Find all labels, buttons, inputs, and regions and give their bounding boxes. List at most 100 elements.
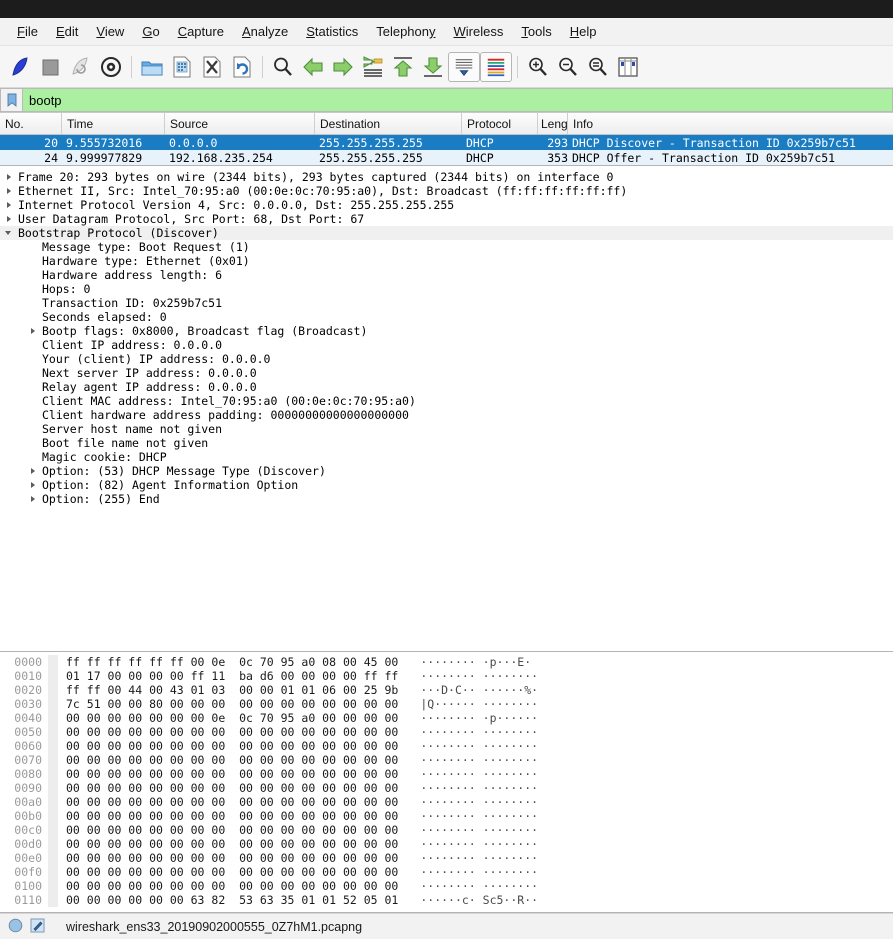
chevron-down-icon[interactable]	[4, 226, 14, 240]
display-filter-input[interactable]: bootp	[22, 88, 893, 112]
menu-item-view[interactable]: View	[87, 21, 133, 42]
expert-info-circle-icon[interactable]	[8, 918, 23, 936]
packet-detail-line[interactable]: Bootstrap Protocol (Discover)	[0, 226, 893, 240]
hex-dump-row[interactable]: 0050 00 00 00 00 00 00 00 00 00 00 00 00 …	[0, 725, 893, 739]
column-header-protocol[interactable]: Protocol	[462, 113, 538, 134]
menu-item-tools[interactable]: Tools	[512, 21, 560, 42]
hex-dump-row[interactable]: 0060 00 00 00 00 00 00 00 00 00 00 00 00 …	[0, 739, 893, 753]
bookmark-icon[interactable]	[0, 88, 22, 112]
packet-detail-line[interactable]: Internet Protocol Version 4, Src: 0.0.0.…	[0, 198, 893, 212]
packet-detail-line[interactable]: User Datagram Protocol, Src Port: 68, Ds…	[0, 212, 893, 226]
menu-item-statistics[interactable]: Statistics	[297, 21, 367, 42]
chevron-right-icon[interactable]	[4, 184, 14, 198]
column-header-destination[interactable]: Destination	[315, 113, 462, 134]
chevron-right-icon[interactable]	[28, 464, 38, 478]
packet-detail-line[interactable]: Client IP address: 0.0.0.0	[0, 338, 893, 352]
column-header-length[interactable]: Length	[538, 113, 568, 134]
hex-dump-row[interactable]: 00e0 00 00 00 00 00 00 00 00 00 00 00 00 …	[0, 851, 893, 865]
packet-detail-line[interactable]: Option: (53) DHCP Message Type (Discover…	[0, 464, 893, 478]
menu-item-edit[interactable]: Edit	[47, 21, 87, 42]
hex-dump-row[interactable]: 0010 01 17 00 00 00 00 ff 11 ba d6 00 00 …	[0, 669, 893, 683]
start-capture-icon[interactable]	[6, 51, 36, 83]
packet-detail-line[interactable]: Relay agent IP address: 0.0.0.0	[0, 380, 893, 394]
menu-item-wireless[interactable]: Wireless	[445, 21, 513, 42]
chevron-right-icon[interactable]	[28, 492, 38, 506]
packet-detail-line[interactable]: Hops: 0	[0, 282, 893, 296]
column-header-time[interactable]: Time	[62, 113, 165, 134]
hex-dump-row[interactable]: 0020 ff ff 00 44 00 43 01 03 00 00 01 01 …	[0, 683, 893, 697]
hex-dump-row[interactable]: 0070 00 00 00 00 00 00 00 00 00 00 00 00 …	[0, 753, 893, 767]
capture-comment-icon[interactable]	[30, 918, 45, 936]
packet-detail-line[interactable]: Magic cookie: DHCP	[0, 450, 893, 464]
packet-detail-line[interactable]: Ethernet II, Src: Intel_70:95:a0 (00:0e:…	[0, 184, 893, 198]
zoom-in-icon[interactable]	[523, 51, 553, 83]
no-expander	[28, 254, 38, 268]
packet-detail-line[interactable]: Message type: Boot Request (1)	[0, 240, 893, 254]
capture-options-icon[interactable]	[96, 51, 126, 83]
auto-scroll-icon[interactable]	[448, 51, 480, 82]
packet-detail-line[interactable]: Bootp flags: 0x8000, Broadcast flag (Bro…	[0, 324, 893, 338]
go-first-packet-icon[interactable]	[388, 51, 418, 83]
hex-dump-row[interactable]: 00a0 00 00 00 00 00 00 00 00 00 00 00 00 …	[0, 795, 893, 809]
resize-columns-icon[interactable]	[613, 51, 643, 83]
hex-dump-row[interactable]: 0110 00 00 00 00 00 00 63 82 53 63 35 01 …	[0, 893, 893, 907]
zoom-out-icon[interactable]	[553, 51, 583, 83]
hex-dump-row[interactable]: 0030 7c 51 00 00 80 00 00 00 00 00 00 00 …	[0, 697, 893, 711]
go-last-packet-icon[interactable]	[418, 51, 448, 83]
packet-detail-line[interactable]: Option: (255) End	[0, 492, 893, 506]
chevron-right-icon[interactable]	[28, 478, 38, 492]
column-header-info[interactable]: Info	[568, 113, 893, 134]
packet-detail-line[interactable]: Boot file name not given	[0, 436, 893, 450]
close-file-icon[interactable]	[197, 51, 227, 83]
menu-item-file[interactable]: File	[8, 21, 47, 42]
detail-line-text: Seconds elapsed: 0	[42, 310, 167, 324]
column-header-no[interactable]: No.	[0, 113, 62, 134]
packet-details-pane[interactable]: Frame 20: 293 bytes on wire (2344 bits),…	[0, 166, 893, 652]
hex-dump-row[interactable]: 0100 00 00 00 00 00 00 00 00 00 00 00 00 …	[0, 879, 893, 893]
colorize-icon[interactable]	[480, 51, 512, 82]
packet-detail-line[interactable]: Your (client) IP address: 0.0.0.0	[0, 352, 893, 366]
no-expander	[28, 240, 38, 254]
packet-detail-line[interactable]: Next server IP address: 0.0.0.0	[0, 366, 893, 380]
packet-detail-line[interactable]: Frame 20: 293 bytes on wire (2344 bits),…	[0, 170, 893, 184]
stop-capture-icon[interactable]	[36, 51, 66, 83]
chevron-right-icon[interactable]	[4, 170, 14, 184]
packet-list-row[interactable]: 24 9.999977829 192.168.235.254 255.255.255.…	[0, 150, 893, 165]
menu-item-help[interactable]: Help	[561, 21, 606, 42]
chevron-right-icon[interactable]	[4, 198, 14, 212]
packet-detail-line[interactable]: Hardware address length: 6	[0, 268, 893, 282]
packet-detail-line[interactable]: Option: (82) Agent Information Option	[0, 478, 893, 492]
column-header-source[interactable]: Source	[165, 113, 315, 134]
packet-list-row[interactable]: 20 9.555732016 0.0.0.0 255.255.255.255 DHCP 2…	[0, 135, 893, 150]
go-back-icon[interactable]	[298, 51, 328, 83]
save-file-icon[interactable]	[167, 51, 197, 83]
hex-dump-row[interactable]: 0040 00 00 00 00 00 00 00 0e 0c 70 95 a0 …	[0, 711, 893, 725]
reload-file-icon[interactable]	[227, 51, 257, 83]
menu-item-telephony[interactable]: Telephony	[367, 21, 444, 42]
hex-dump-row[interactable]: 00c0 00 00 00 00 00 00 00 00 00 00 00 00 …	[0, 823, 893, 837]
hex-dump-row[interactable]: 0080 00 00 00 00 00 00 00 00 00 00 00 00 …	[0, 767, 893, 781]
open-file-icon[interactable]	[137, 51, 167, 83]
find-packet-icon[interactable]	[268, 51, 298, 83]
go-to-packet-icon[interactable]	[358, 51, 388, 83]
zoom-reset-icon[interactable]	[583, 51, 613, 83]
packet-detail-line[interactable]: Client MAC address: Intel_70:95:a0 (00:0…	[0, 394, 893, 408]
packet-detail-line[interactable]: Transaction ID: 0x259b7c51	[0, 296, 893, 310]
restart-capture-icon[interactable]	[66, 51, 96, 83]
packet-detail-line[interactable]: Client hardware address padding: 0000000…	[0, 408, 893, 422]
menu-item-analyze[interactable]: Analyze	[233, 21, 297, 42]
chevron-right-icon[interactable]	[28, 324, 38, 338]
hex-dump-row[interactable]: 0000 ff ff ff ff ff ff 00 0e 0c 70 95 a0 …	[0, 655, 893, 669]
chevron-right-icon[interactable]	[4, 212, 14, 226]
hex-dump-row[interactable]: 00b0 00 00 00 00 00 00 00 00 00 00 00 00 …	[0, 809, 893, 823]
hex-dump-row[interactable]: 00d0 00 00 00 00 00 00 00 00 00 00 00 00 …	[0, 837, 893, 851]
packet-detail-line[interactable]: Seconds elapsed: 0	[0, 310, 893, 324]
packet-detail-line[interactable]: Hardware type: Ethernet (0x01)	[0, 254, 893, 268]
hex-dump-row[interactable]: 00f0 00 00 00 00 00 00 00 00 00 00 00 00 …	[0, 865, 893, 879]
hex-dump-row[interactable]: 0090 00 00 00 00 00 00 00 00 00 00 00 00 …	[0, 781, 893, 795]
menu-item-go[interactable]: Go	[133, 21, 168, 42]
packet-detail-line[interactable]: Server host name not given	[0, 422, 893, 436]
menu-item-capture[interactable]: Capture	[169, 21, 233, 42]
go-forward-icon[interactable]	[328, 51, 358, 83]
packet-bytes-pane[interactable]: 0000 ff ff ff ff ff ff 00 0e 0c 70 95 a0 …	[0, 652, 893, 913]
